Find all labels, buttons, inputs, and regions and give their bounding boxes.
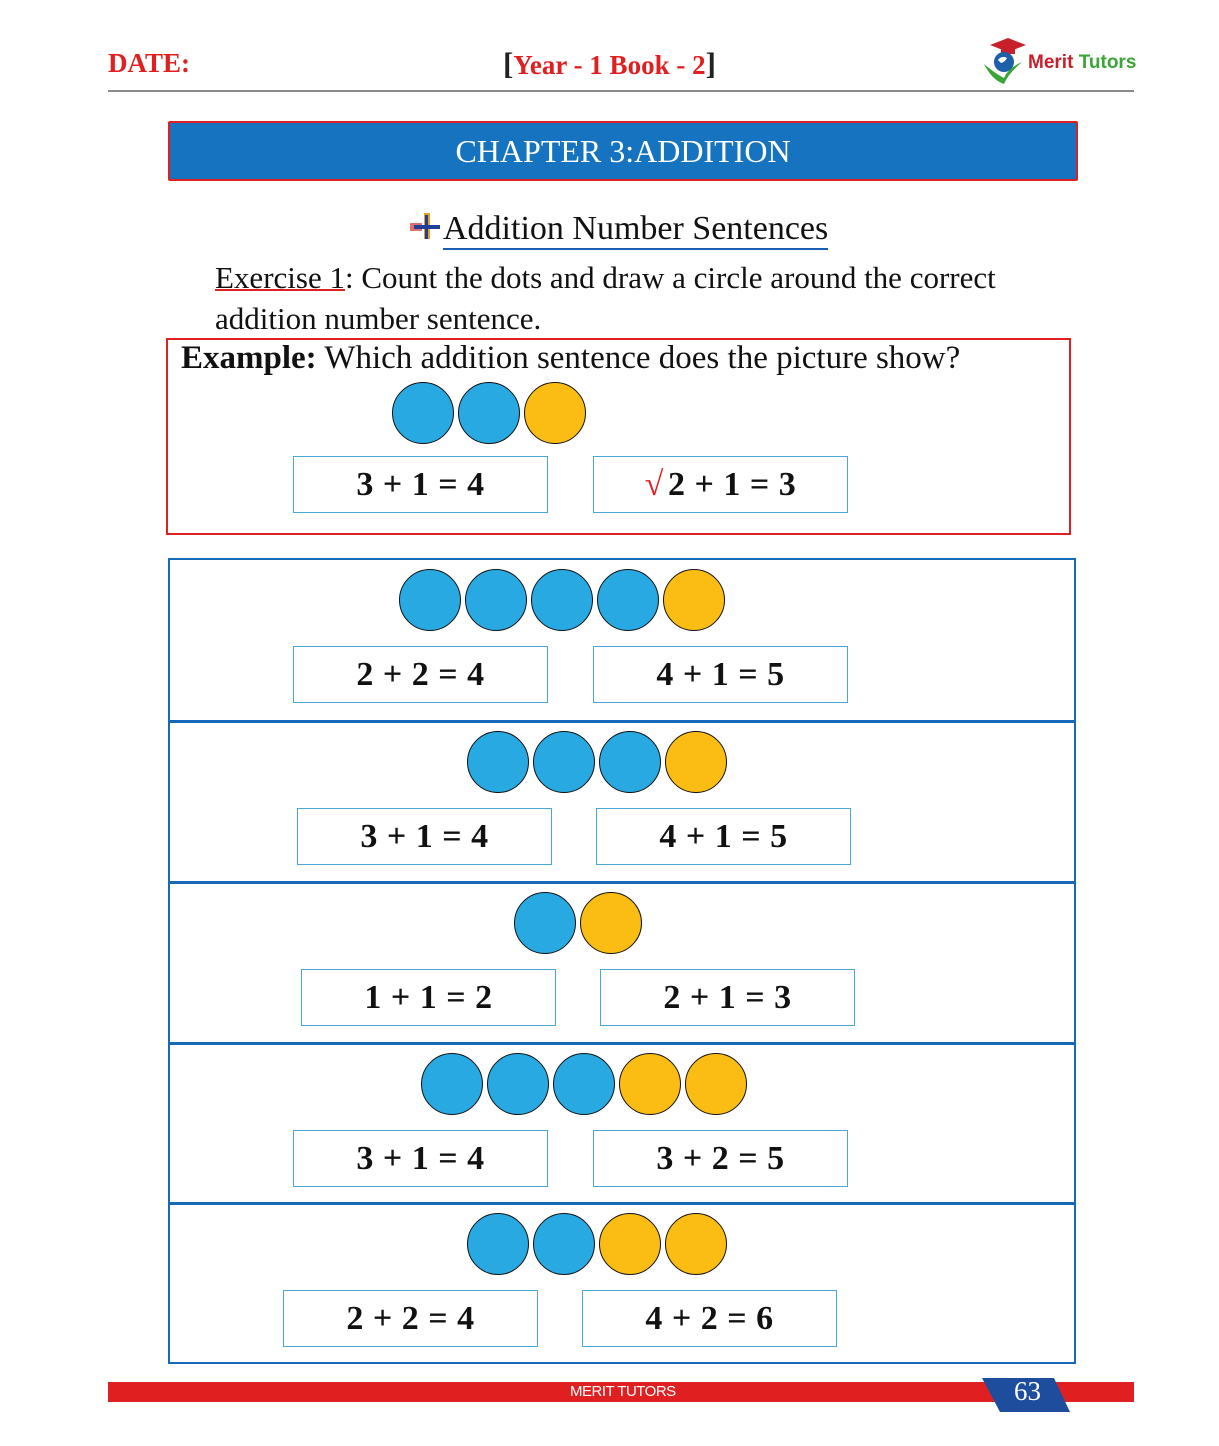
- answer-option-text: 1 + 1 = 2: [364, 978, 493, 1016]
- answer-option[interactable]: 4 + 1 = 5: [596, 808, 851, 865]
- row-divider: [170, 1042, 1074, 1045]
- yellow-dot: [665, 731, 727, 793]
- blue-dot: [467, 1213, 529, 1275]
- row-divider: [170, 720, 1074, 723]
- yellow-dot: [599, 1213, 661, 1275]
- blue-dot: [467, 731, 529, 793]
- logo-text: Merit Tutors: [1028, 52, 1136, 74]
- row-divider: [170, 881, 1074, 884]
- example-question: Example: Which addition sentence does th…: [181, 340, 960, 377]
- answer-option[interactable]: 1 + 1 = 2: [301, 969, 556, 1026]
- answer-option-text: 4 + 1 = 5: [656, 655, 785, 693]
- yellow-dot: [665, 1213, 727, 1275]
- example-label: Example:: [181, 340, 317, 376]
- answer-option[interactable]: 2 + 1 = 3: [600, 969, 855, 1026]
- merit-tutors-logo: Merit Tutors: [978, 36, 1138, 88]
- answer-option-text: 3 + 1 = 4: [356, 1139, 485, 1177]
- yellow-dot: [619, 1053, 681, 1115]
- example-question-text: Which addition sentence does the picture…: [316, 340, 961, 376]
- answer-option-text: 2 + 2 = 4: [356, 655, 485, 693]
- logo-text-tutors: Tutors: [1078, 52, 1137, 73]
- exercise-instructions: Exercise 1: Count the dots and draw a ci…: [215, 257, 1015, 339]
- answer-option-text: 2 + 1 = 3: [667, 465, 797, 503]
- plus-icon: [410, 211, 440, 241]
- yellow-dot: [580, 892, 642, 954]
- answer-option[interactable]: 3 + 2 = 5: [593, 1130, 848, 1187]
- answer-option[interactable]: 2 + 2 = 4: [293, 646, 548, 703]
- answer-option-text: 4 + 1 = 5: [659, 817, 788, 855]
- blue-dot: [599, 731, 661, 793]
- blue-dot: [399, 569, 461, 631]
- row-divider: [170, 1202, 1074, 1205]
- answer-option[interactable]: 3 + 1 = 4: [293, 1130, 548, 1187]
- blue-dot: [533, 731, 595, 793]
- book-title-text: Year - 1 Book - 2: [513, 50, 706, 80]
- page-number: 63: [1014, 1376, 1041, 1406]
- chapter-banner: CHAPTER 3:ADDITION: [168, 121, 1078, 181]
- check-mark-icon: √: [644, 465, 664, 503]
- exercise-label: Exercise 1: [215, 260, 345, 295]
- answer-option[interactable]: √ 2 + 1 = 3: [593, 456, 848, 513]
- blue-dot: [514, 892, 576, 954]
- answer-option-text: 2 + 2 = 4: [346, 1299, 475, 1337]
- answer-option-text: 4 + 2 = 6: [645, 1299, 774, 1337]
- answer-option-text: 3 + 2 = 5: [656, 1139, 785, 1177]
- blue-dot: [487, 1053, 549, 1115]
- blue-dot: [533, 1213, 595, 1275]
- answer-option[interactable]: 4 + 1 = 5: [593, 646, 848, 703]
- answer-option[interactable]: 3 + 1 = 4: [297, 808, 552, 865]
- blue-dot: [597, 569, 659, 631]
- graduation-globe-icon: [984, 38, 1026, 84]
- logo-text-merit: Merit: [1028, 52, 1074, 73]
- yellow-dot: [685, 1053, 747, 1115]
- answer-option[interactable]: 4 + 2 = 6: [582, 1290, 837, 1347]
- answer-option[interactable]: 3 + 1 = 4: [293, 456, 548, 513]
- footer-brand: MERIT TUTORS: [570, 1383, 676, 1400]
- section-heading-text: Addition Number Sentences: [443, 210, 829, 250]
- answer-option-text: 2 + 1 = 3: [663, 978, 792, 1016]
- blue-dot: [421, 1053, 483, 1115]
- answer-option[interactable]: 2 + 2 = 4: [283, 1290, 538, 1347]
- bracket-close: ]: [705, 46, 716, 81]
- bracket-open: [: [503, 46, 514, 81]
- blue-dot: [458, 382, 520, 444]
- book-title: [Year - 1 Book - 2]: [503, 46, 716, 82]
- answer-option-text: 3 + 1 = 4: [360, 817, 489, 855]
- yellow-dot: [663, 569, 725, 631]
- blue-dot: [465, 569, 527, 631]
- chapter-title: CHAPTER 3:ADDITION: [455, 132, 791, 169]
- date-label: DATE:: [108, 48, 191, 78]
- blue-dot: [531, 569, 593, 631]
- page-number-tab: 63: [982, 1374, 1072, 1412]
- blue-dot: [553, 1053, 615, 1115]
- header-divider: [108, 90, 1134, 92]
- answer-option-text: 3 + 1 = 4: [356, 465, 485, 503]
- yellow-dot: [524, 382, 586, 444]
- blue-dot: [392, 382, 454, 444]
- section-heading: Addition Number Sentences: [410, 210, 829, 250]
